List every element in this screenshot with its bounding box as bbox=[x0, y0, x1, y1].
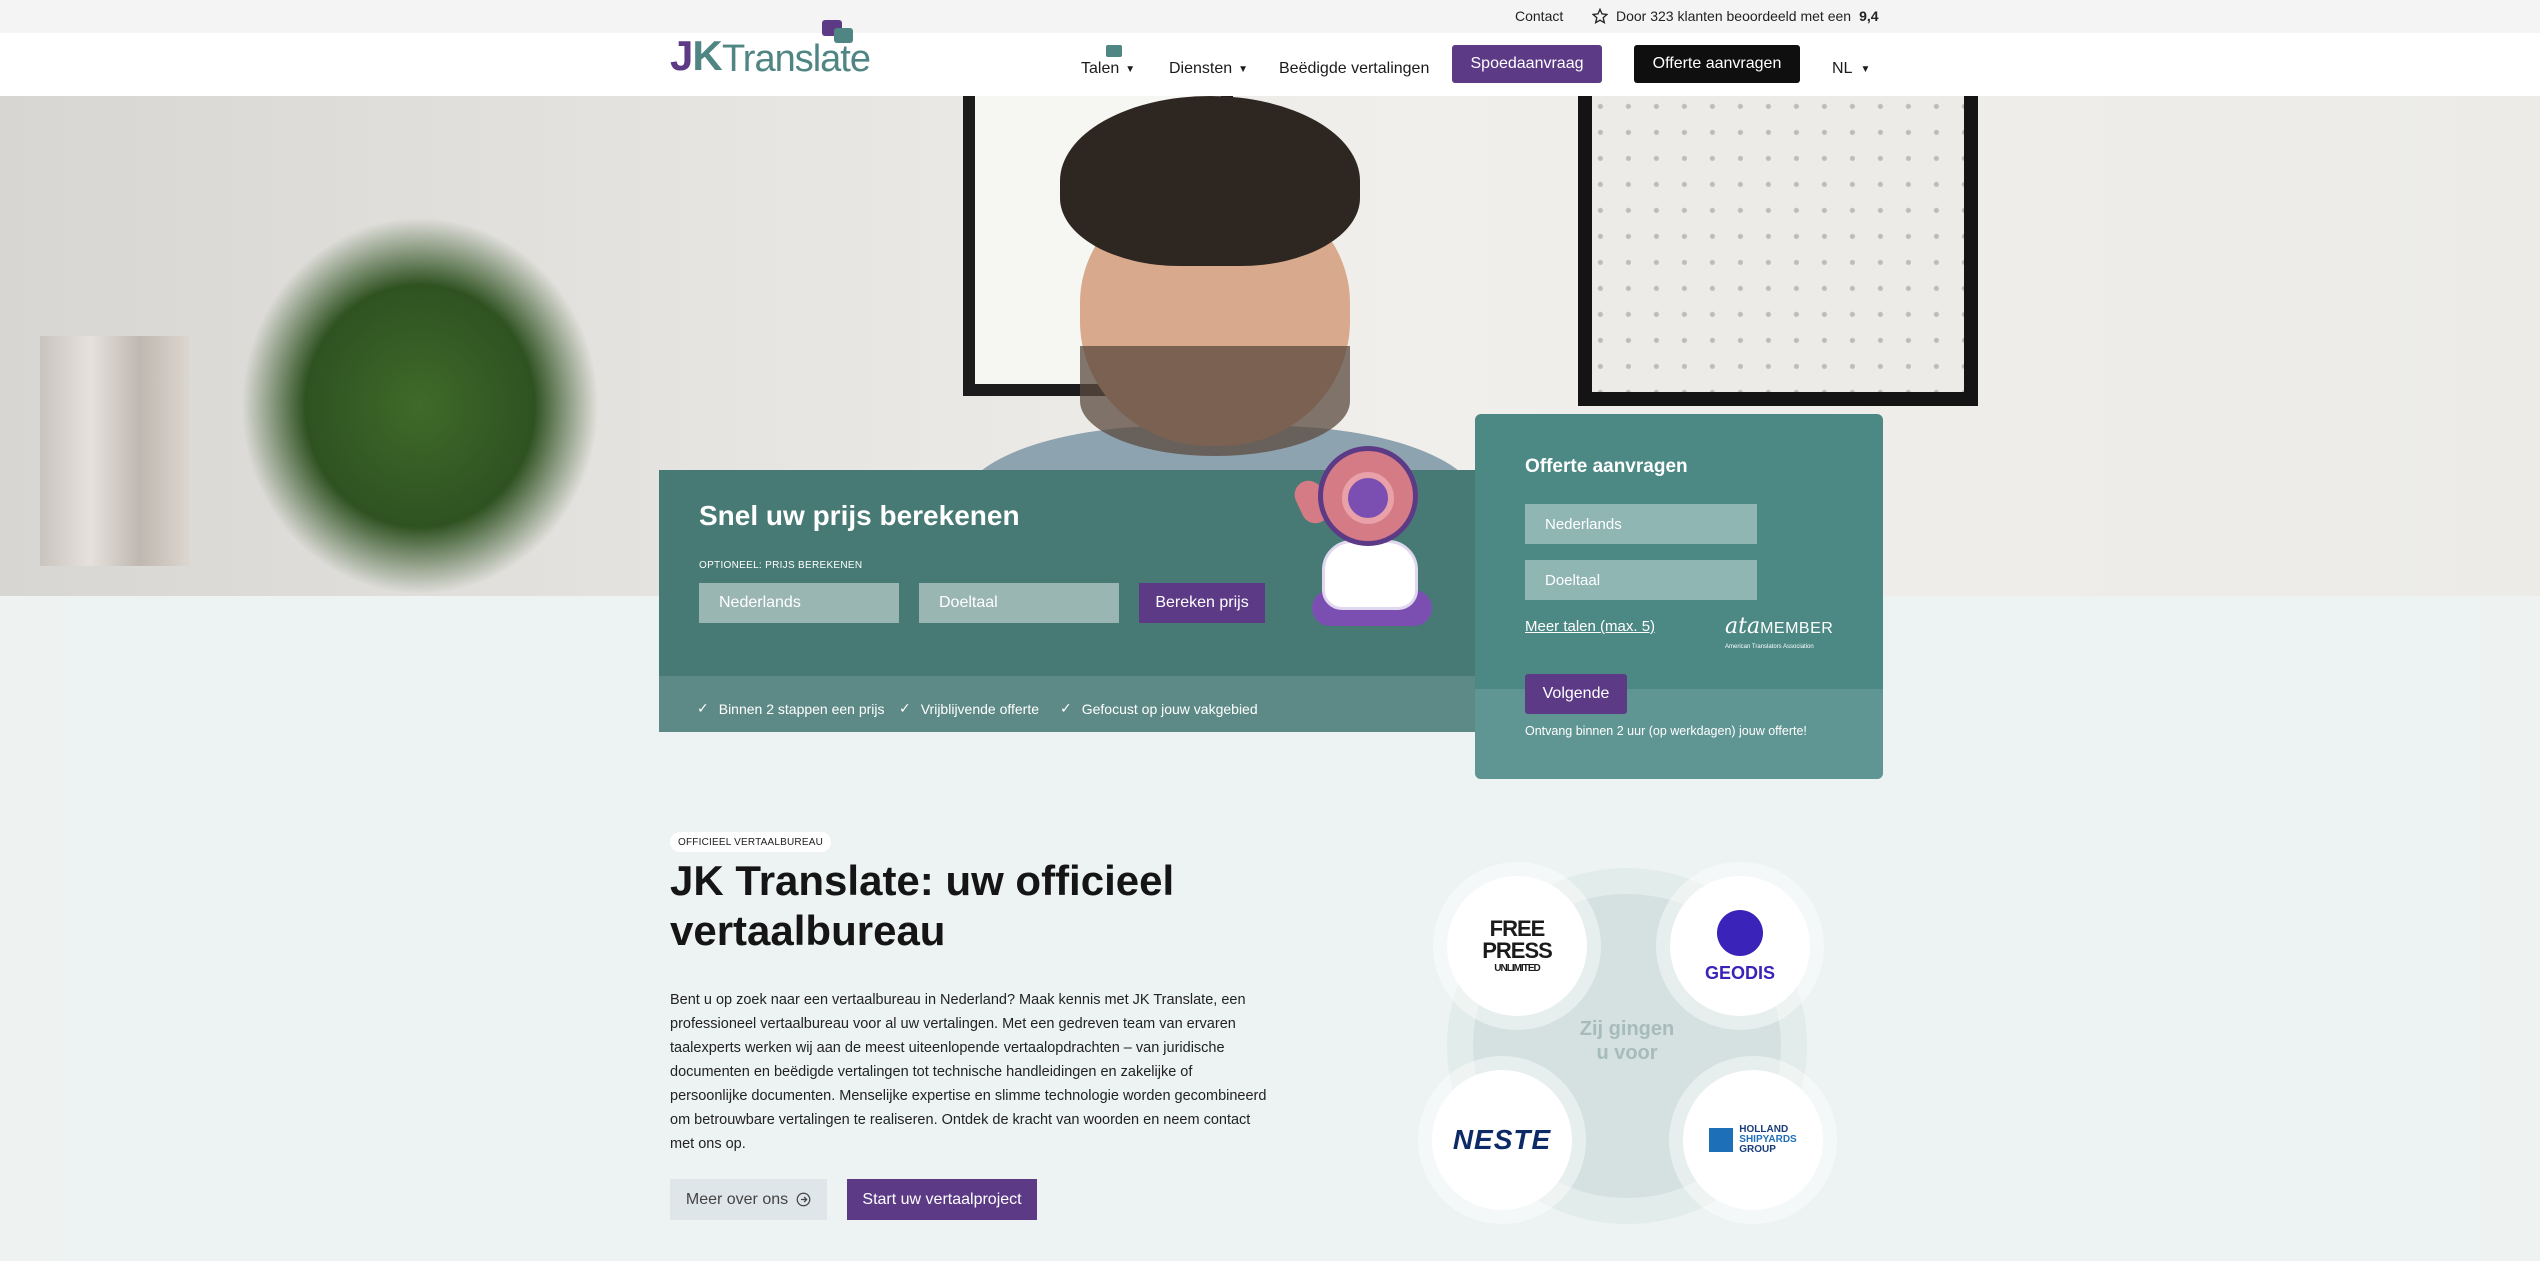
meer-talen-link[interactable]: Meer talen (max. 5) bbox=[1525, 618, 1655, 635]
offerte-form: Offerte aanvragen Nederlands Doeltaal Me… bbox=[1475, 414, 1883, 779]
check-icon: ✓ bbox=[1060, 700, 1072, 716]
section-badge: OFFICIEEL VERTAALBUREAU bbox=[670, 832, 832, 852]
calculator-title: Snel uw prijs berekenen bbox=[699, 500, 1020, 531]
client-logo-geodis: GEODIS bbox=[1670, 876, 1810, 1016]
contact-link[interactable]: Contact bbox=[1515, 8, 1563, 24]
calculator-benefits: ✓ Binnen 2 stappen een prijs ✓ Vrijblijv… bbox=[659, 676, 1477, 732]
client-logo-free-press-unlimited: FREE PRESS UNLIMITED bbox=[1447, 876, 1587, 1016]
spoedaanvraag-button[interactable]: Spoedaanvraag bbox=[1452, 45, 1602, 83]
benefit-item: ✓ Vrijblijvende offerte bbox=[899, 700, 1039, 717]
hero-books bbox=[40, 336, 190, 566]
benefit-item: ✓ Binnen 2 stappen een prijs bbox=[697, 700, 885, 717]
client-logo-neste: NESTE bbox=[1432, 1070, 1572, 1210]
nav-talen[interactable]: Talen ▼ bbox=[1081, 60, 1135, 78]
geodis-globe-icon bbox=[1716, 910, 1763, 956]
holland-shipyards-mark-icon bbox=[1709, 1128, 1734, 1152]
client-logo-holland-shipyards: HOLLAND SHIPYARDS GROUP bbox=[1683, 1070, 1823, 1210]
offerte-source-language[interactable]: Nederlands bbox=[1525, 504, 1757, 544]
nav-diensten[interactable]: Diensten ▼ bbox=[1169, 60, 1248, 78]
language-selector[interactable]: NL ▼ bbox=[1832, 60, 1870, 78]
meer-over-ons-button[interactable]: Meer over ons bbox=[670, 1179, 827, 1220]
hero-frame-right bbox=[1578, 96, 1978, 406]
logo-translate: Translate bbox=[722, 38, 871, 80]
diver-mascot-illustration bbox=[1282, 440, 1462, 640]
caret-down-icon: ▼ bbox=[1860, 63, 1871, 75]
rating-text: Door 323 klanten beoordeeld met een bbox=[1616, 8, 1852, 24]
meer-over-ons-label: Meer over ons bbox=[685, 1190, 789, 1208]
offerte-note: Ontvang binnen 2 uur (op werkdagen) jouw… bbox=[1525, 724, 1807, 738]
logo-jk: JK bbox=[670, 32, 723, 79]
language-label: NL bbox=[1832, 60, 1853, 77]
caret-down-icon: ▼ bbox=[1125, 63, 1136, 75]
rating-value: 9,4 bbox=[1859, 8, 1879, 24]
benefit-label: Vrijblijvende offerte bbox=[920, 700, 1040, 717]
nav-talen-label: Talen bbox=[1081, 60, 1120, 77]
calculator-optional-label: OPTIONEEL: PRIJS BEREKENEN bbox=[699, 560, 863, 571]
caret-down-icon: ▼ bbox=[1238, 63, 1249, 75]
nav-beedigde-vertalingen[interactable]: Beëdigde vertalingen bbox=[1279, 60, 1429, 78]
benefit-label: Gefocust op jouw vakgebied bbox=[1081, 700, 1258, 717]
source-language-select[interactable]: Nederlands bbox=[699, 583, 899, 623]
arrow-circle-right-icon bbox=[796, 1192, 811, 1207]
nav-diensten-label: Diensten bbox=[1169, 60, 1233, 77]
utility-bar: Contact Door 323 klanten beoordeeld met … bbox=[0, 0, 2540, 33]
offerte-target-language[interactable]: Doeltaal bbox=[1525, 560, 1757, 600]
talen-badge-icon bbox=[1106, 45, 1122, 57]
offerte-aanvragen-button[interactable]: Offerte aanvragen bbox=[1634, 45, 1800, 83]
volgende-button[interactable]: Volgende bbox=[1525, 674, 1627, 714]
clients-heading: Zij gingen u voor bbox=[1579, 1018, 1675, 1064]
star-icon bbox=[1592, 8, 1608, 24]
start-vertaalproject-button[interactable]: Start uw vertaalproject bbox=[847, 1179, 1037, 1220]
offerte-form-title: Offerte aanvragen bbox=[1525, 456, 1688, 477]
benefit-label: Binnen 2 stappen een prijs bbox=[718, 700, 885, 717]
hero-plant bbox=[240, 216, 600, 596]
main-navigation: JK Translate Talen ▼ Diensten ▼ Beëdigde… bbox=[0, 20, 2540, 96]
target-language-select[interactable]: Doeltaal bbox=[919, 583, 1119, 623]
benefit-item: ✓ Gefocust op jouw vakgebied bbox=[1060, 700, 1258, 717]
page-headline: JK Translate: uw officieel vertaalbureau bbox=[670, 857, 1175, 954]
about-paragraph: Bent u op zoek naar een vertaalbureau in… bbox=[670, 992, 1267, 1152]
ata-member-logo: ataMEMBER American Translators Associati… bbox=[1725, 614, 1834, 650]
check-icon: ✓ bbox=[899, 700, 911, 716]
check-icon: ✓ bbox=[697, 700, 709, 716]
bereken-prijs-button[interactable]: Bereken prijs bbox=[1139, 583, 1265, 623]
rating-summary: Door 323 klanten beoordeeld met een 9,4 bbox=[1592, 8, 1879, 24]
